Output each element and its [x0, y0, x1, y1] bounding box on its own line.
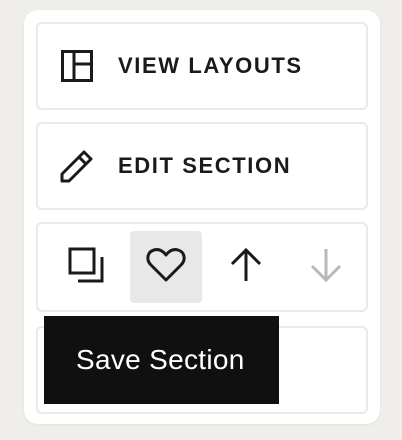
tooltip-text: Save Section [76, 344, 245, 375]
duplicate-icon [67, 246, 105, 289]
move-down-button[interactable] [290, 231, 362, 303]
arrow-down-icon [308, 247, 344, 288]
layout-icon [58, 47, 96, 85]
save-section-button[interactable] [130, 231, 202, 303]
heart-icon [146, 247, 186, 288]
arrow-up-icon [228, 247, 264, 288]
edit-section-card: EDIT SECTION [36, 122, 368, 210]
pencil-icon [58, 147, 96, 185]
view-layouts-card: VIEW LAYOUTS [36, 22, 368, 110]
move-up-button[interactable] [210, 231, 282, 303]
duplicate-button[interactable] [50, 231, 122, 303]
view-layouts-button[interactable]: VIEW LAYOUTS [38, 24, 366, 108]
save-section-tooltip: Save Section [44, 316, 279, 404]
view-layouts-label: VIEW LAYOUTS [118, 53, 303, 78]
edit-section-button[interactable]: EDIT SECTION [38, 124, 366, 208]
section-toolbar [36, 222, 368, 312]
edit-section-label: EDIT SECTION [118, 153, 292, 178]
